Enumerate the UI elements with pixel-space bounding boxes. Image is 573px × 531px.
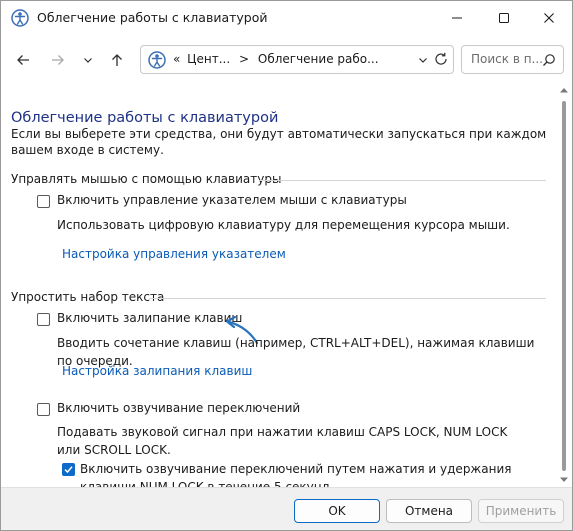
maximize-button[interactable] — [481, 1, 527, 35]
dialog-footer: OK Отмена Применить — [1, 487, 572, 530]
title-bar: Облегчение работы с клавиатурой — [1, 1, 572, 35]
minimize-icon — [452, 17, 462, 19]
address-dropdown-icon[interactable] — [416, 52, 430, 66]
up-button[interactable] — [106, 49, 128, 71]
window-title: Облегчение работы с клавиатурой — [37, 10, 268, 25]
breadcrumb-separator[interactable]: > — [239, 52, 249, 66]
mouse-keys-label[interactable]: Включить управление указателем мыши с кл… — [57, 193, 407, 207]
back-button[interactable] — [12, 49, 34, 71]
toggle-keys-hold-checkbox[interactable] — [62, 463, 75, 476]
recent-locations-button[interactable] — [77, 49, 99, 71]
search-icon — [542, 52, 556, 66]
breadcrumb-item-center[interactable]: Цент... — [187, 52, 230, 66]
scroll-down-icon — [560, 477, 568, 482]
sticky-keys-checkbox[interactable] — [37, 313, 50, 326]
forward-button[interactable] — [47, 49, 69, 71]
section-divider — [149, 298, 546, 299]
scroll-up-icon — [560, 88, 568, 93]
search-box[interactable]: Поиск в п... — [461, 45, 564, 74]
typing-section-title: Упростить набор текста — [11, 290, 165, 304]
apply-button[interactable]: Применить — [478, 499, 564, 523]
breadcrumb: « Цент... > Облегчение рабо... — [173, 52, 379, 66]
control-panel-icon — [148, 51, 166, 69]
control-panel-icon — [11, 9, 29, 27]
forward-arrow-icon — [52, 55, 64, 65]
scrollbar-thumb[interactable] — [562, 101, 566, 471]
page-description: Если вы выберете эти средства, они будут… — [11, 127, 547, 157]
refresh-icon[interactable] — [433, 51, 449, 67]
page-title: Облегчение работы с клавиатурой — [11, 110, 279, 126]
toggle-keys-checkbox[interactable] — [37, 403, 50, 416]
mouse-keys-settings-link[interactable]: Настройка управления указателем — [62, 247, 286, 261]
sticky-keys-label[interactable]: Включить залипание клавиш — [57, 311, 242, 325]
search-input[interactable]: Поиск в п... — [471, 52, 543, 66]
toggle-keys-hold-label[interactable]: Включить озвучивание переключений путем … — [80, 460, 540, 487]
sticky-keys-settings-link[interactable]: Настройка залипания клавиш — [62, 364, 252, 378]
breadcrumb-overflow[interactable]: « — [173, 52, 180, 66]
chevron-down-icon — [84, 58, 92, 63]
content-panel: Облегчение работы с клавиатурой Если вы … — [1, 83, 572, 487]
breadcrumb-item-ease-of-access[interactable]: Облегчение рабо... — [258, 52, 379, 66]
maximize-icon — [499, 13, 509, 23]
vertical-scrollbar[interactable] — [556, 83, 572, 487]
minimize-button[interactable] — [434, 1, 480, 35]
cancel-button[interactable]: Отмена — [386, 499, 472, 523]
toggle-keys-description: Подавать звуковой сигнал при нажатии кла… — [57, 425, 508, 457]
close-icon — [544, 13, 554, 23]
back-arrow-icon — [17, 55, 29, 65]
close-button[interactable] — [526, 1, 572, 35]
toggle-keys-label[interactable]: Включить озвучивание переключений — [57, 401, 300, 415]
checkmark-icon — [64, 466, 73, 474]
window: Облегчение работы с клавиатурой « Цент..… — [0, 0, 573, 531]
mouse-keys-description: Использовать цифровую клавиатуру для пер… — [57, 218, 510, 232]
mouse-keys-checkbox[interactable] — [37, 195, 50, 208]
ok-button[interactable]: OK — [294, 499, 380, 523]
up-arrow-icon — [112, 54, 122, 66]
section-divider — [259, 180, 546, 181]
address-bar[interactable]: « Цент... > Облегчение рабо... — [140, 45, 454, 74]
mouse-section-title: Управлять мышью с помощью клавиатуры — [11, 172, 282, 186]
